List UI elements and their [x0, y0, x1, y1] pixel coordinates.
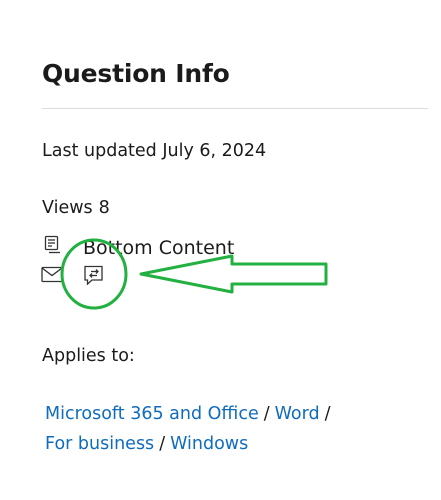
applies-to-label: Applies to: [42, 346, 135, 366]
views-count: 8 [98, 198, 110, 218]
views-label: Views [42, 198, 93, 218]
forward-discussion-icon[interactable] [82, 264, 106, 288]
views-info: Views 8 [42, 196, 110, 220]
bottom-content-label: Bottom Content [83, 237, 235, 259]
mail-icon[interactable] [41, 266, 63, 283]
breadcrumb-separator: / [263, 404, 270, 424]
page-title: Question Info [42, 59, 230, 88]
notes-icon [44, 235, 60, 254]
annotation-arrow [139, 254, 328, 294]
applies-to-link-word[interactable]: Word [275, 404, 320, 424]
breadcrumb-separator: / [159, 434, 166, 454]
applies-to-list: Microsoft 365 and Office / Word / For busine… [45, 399, 415, 459]
last-updated-text: Last updated July 6, 2024 [42, 141, 267, 161]
applies-to-link-windows[interactable]: Windows [170, 434, 248, 454]
applies-to-link-for-business[interactable]: For business [45, 434, 154, 454]
breadcrumb-separator: / [324, 404, 331, 424]
divider [42, 108, 428, 109]
applies-to-link-microsoft-365[interactable]: Microsoft 365 and Office [45, 404, 259, 424]
